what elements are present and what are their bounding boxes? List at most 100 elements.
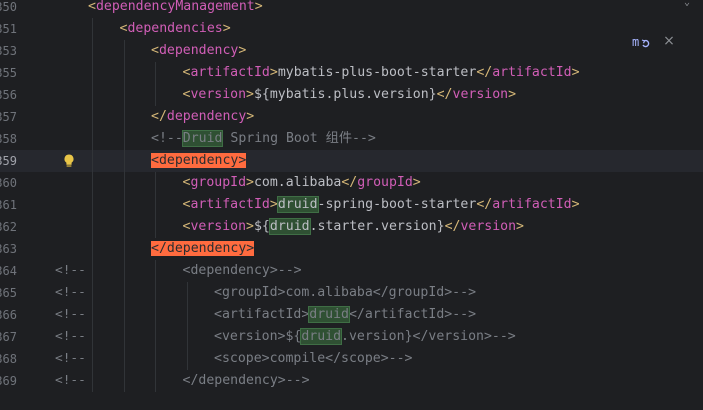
tag-name: artifactId bbox=[190, 65, 270, 80]
indent-guide bbox=[155, 260, 156, 282]
tag-value: -spring-boot-starter bbox=[317, 197, 477, 212]
code-line[interactable]: 353 <dependency> bbox=[0, 40, 703, 62]
tag-value: ${ bbox=[253, 219, 270, 234]
tag-bracket: > bbox=[246, 109, 255, 124]
code-line[interactable]: 365 <!-- <groupId>com.alibaba</groupId>--> bbox=[0, 282, 703, 304]
code-editor[interactable]: 350<dependencyManagement>351<dependencie… bbox=[0, 0, 703, 410]
tag-bracket: </ bbox=[151, 109, 167, 124]
tag-value: com.alibaba bbox=[253, 175, 342, 190]
code-line[interactable]: 359 <dependency> bbox=[0, 150, 703, 172]
tag-name: version bbox=[452, 87, 509, 102]
indent-guide bbox=[123, 62, 125, 84]
line-number: 355 bbox=[0, 66, 17, 80]
tag-name: dependencyManagement bbox=[95, 0, 255, 14]
line-number: 362 bbox=[0, 220, 17, 234]
highlighted-word: druid bbox=[268, 218, 311, 235]
line-number: 358 bbox=[0, 132, 17, 146]
svg-text:m: m bbox=[632, 35, 639, 49]
code-line[interactable]: 351 <dependencies> bbox=[0, 18, 703, 40]
indent-guide bbox=[92, 128, 93, 150]
indent-guide bbox=[186, 326, 188, 348]
highlighted-word: druid bbox=[300, 328, 343, 345]
code-line[interactable]: 369 <!-- </dependency>--> bbox=[0, 370, 703, 392]
tag-bracket: > bbox=[254, 0, 263, 14]
indent-guide bbox=[92, 84, 93, 106]
code-line[interactable]: 357 </dependency> bbox=[0, 106, 703, 128]
indent-guide bbox=[123, 370, 125, 392]
line-comment-marker: <!-- bbox=[55, 307, 86, 322]
close-icon[interactable]: × bbox=[662, 31, 676, 51]
tag-bracket: </ bbox=[476, 197, 493, 212]
indent-guide bbox=[92, 260, 93, 282]
code-text: <dependency> bbox=[151, 40, 246, 62]
code-text: <scope>compile</scope>--> bbox=[214, 348, 413, 370]
tag-name: version bbox=[190, 87, 247, 102]
indent-guide bbox=[123, 282, 125, 304]
window-chevron-icon[interactable]: ⌄ bbox=[684, 0, 698, 6]
floating-toolbar: m × bbox=[626, 30, 686, 54]
indent-guide bbox=[92, 194, 93, 216]
indent-guide bbox=[155, 216, 156, 238]
indent-guide bbox=[123, 304, 125, 326]
xml-comment: <scope>compile</scope>--> bbox=[214, 351, 413, 366]
indent-guide bbox=[92, 238, 93, 260]
lightbulb-icon[interactable] bbox=[62, 153, 76, 169]
tag-bracket: > bbox=[269, 197, 278, 212]
tag-bracket: > bbox=[238, 43, 247, 58]
tag-bracket: > bbox=[571, 65, 580, 80]
code-line[interactable]: 367 <!-- <version>${druid.version}</versio… bbox=[0, 326, 703, 348]
code-line[interactable]: 358 <!--Druid Spring Boot 组件--> bbox=[0, 128, 703, 150]
code-line[interactable]: 364 <!-- <dependency>--> bbox=[0, 260, 703, 282]
code-line[interactable]: 356 <version>${mybatis.plus.version}</ver… bbox=[0, 84, 703, 106]
tag-name: artifactId bbox=[190, 197, 270, 212]
indent-guide bbox=[186, 304, 188, 326]
code-line[interactable]: 363 </dependency> bbox=[0, 238, 703, 260]
indent-guide bbox=[155, 282, 156, 304]
code-line[interactable]: 350 <dependencyManagement> bbox=[0, 0, 703, 18]
indent-guide bbox=[123, 194, 125, 216]
line-number: 360 bbox=[0, 176, 17, 190]
line-number: 356 bbox=[0, 88, 17, 102]
line-number: 369 bbox=[0, 374, 17, 388]
code-line[interactable]: 368 <!-- <scope>compile</scope>--> bbox=[0, 348, 703, 370]
xml-comment: </artifactId>--> bbox=[348, 307, 477, 322]
code-text: <groupId>com.alibaba</groupId> bbox=[183, 172, 421, 194]
code-text: <groupId>com.alibaba</groupId>--> bbox=[214, 282, 476, 304]
indent-guide bbox=[92, 106, 93, 128]
code-text: <!--Druid Spring Boot 组件--> bbox=[151, 128, 376, 150]
tag-value: .starter.version} bbox=[309, 219, 445, 234]
xml-comment: <version>${ bbox=[214, 329, 302, 344]
highlighted-word: Druid bbox=[181, 130, 224, 147]
code-line[interactable]: 355 <artifactId>mybatis-plus-boot-starter… bbox=[0, 62, 703, 84]
tag-name: artifactId bbox=[492, 65, 572, 80]
maven-reload-icon[interactable]: m bbox=[632, 34, 650, 50]
code-text: <artifactId>druid</artifactId>--> bbox=[214, 304, 476, 326]
highlighted-word: druid bbox=[308, 306, 350, 323]
indent-guide bbox=[92, 172, 93, 194]
code-line[interactable]: 362 <version>${druid.starter.version}</ve… bbox=[0, 216, 703, 238]
tag-name: dependencies bbox=[127, 21, 223, 36]
indent-guide bbox=[186, 348, 188, 370]
indent-guide bbox=[92, 370, 93, 392]
indent-guide bbox=[155, 370, 156, 392]
code-text: <dependencies> bbox=[120, 18, 231, 40]
indent-guide bbox=[123, 348, 125, 370]
matched-tag-highlight: </dependency> bbox=[151, 241, 255, 256]
line-number: 363 bbox=[0, 242, 17, 256]
tag-bracket: </ bbox=[476, 65, 493, 80]
code-line[interactable]: 361 <artifactId>druid-spring-boot-starter… bbox=[0, 194, 703, 216]
indent-guide bbox=[92, 282, 93, 304]
indent-guide bbox=[92, 150, 93, 172]
code-text: </dependency> bbox=[151, 238, 255, 260]
tag-bracket: > bbox=[508, 87, 517, 102]
tag-bracket: > bbox=[516, 219, 524, 234]
indent-guide bbox=[123, 106, 125, 128]
tag-bracket: > bbox=[571, 197, 580, 212]
code-line[interactable]: 366 <!-- <artifactId>druid</artifactId>--> bbox=[0, 304, 703, 326]
indent-guide bbox=[92, 18, 93, 40]
indent-guide bbox=[155, 62, 156, 84]
xml-comment: Spring Boot 组件--> bbox=[222, 131, 376, 146]
indent-guide bbox=[92, 216, 93, 238]
indent-guide bbox=[123, 326, 125, 348]
code-line[interactable]: 360 <groupId>com.alibaba</groupId> bbox=[0, 172, 703, 194]
